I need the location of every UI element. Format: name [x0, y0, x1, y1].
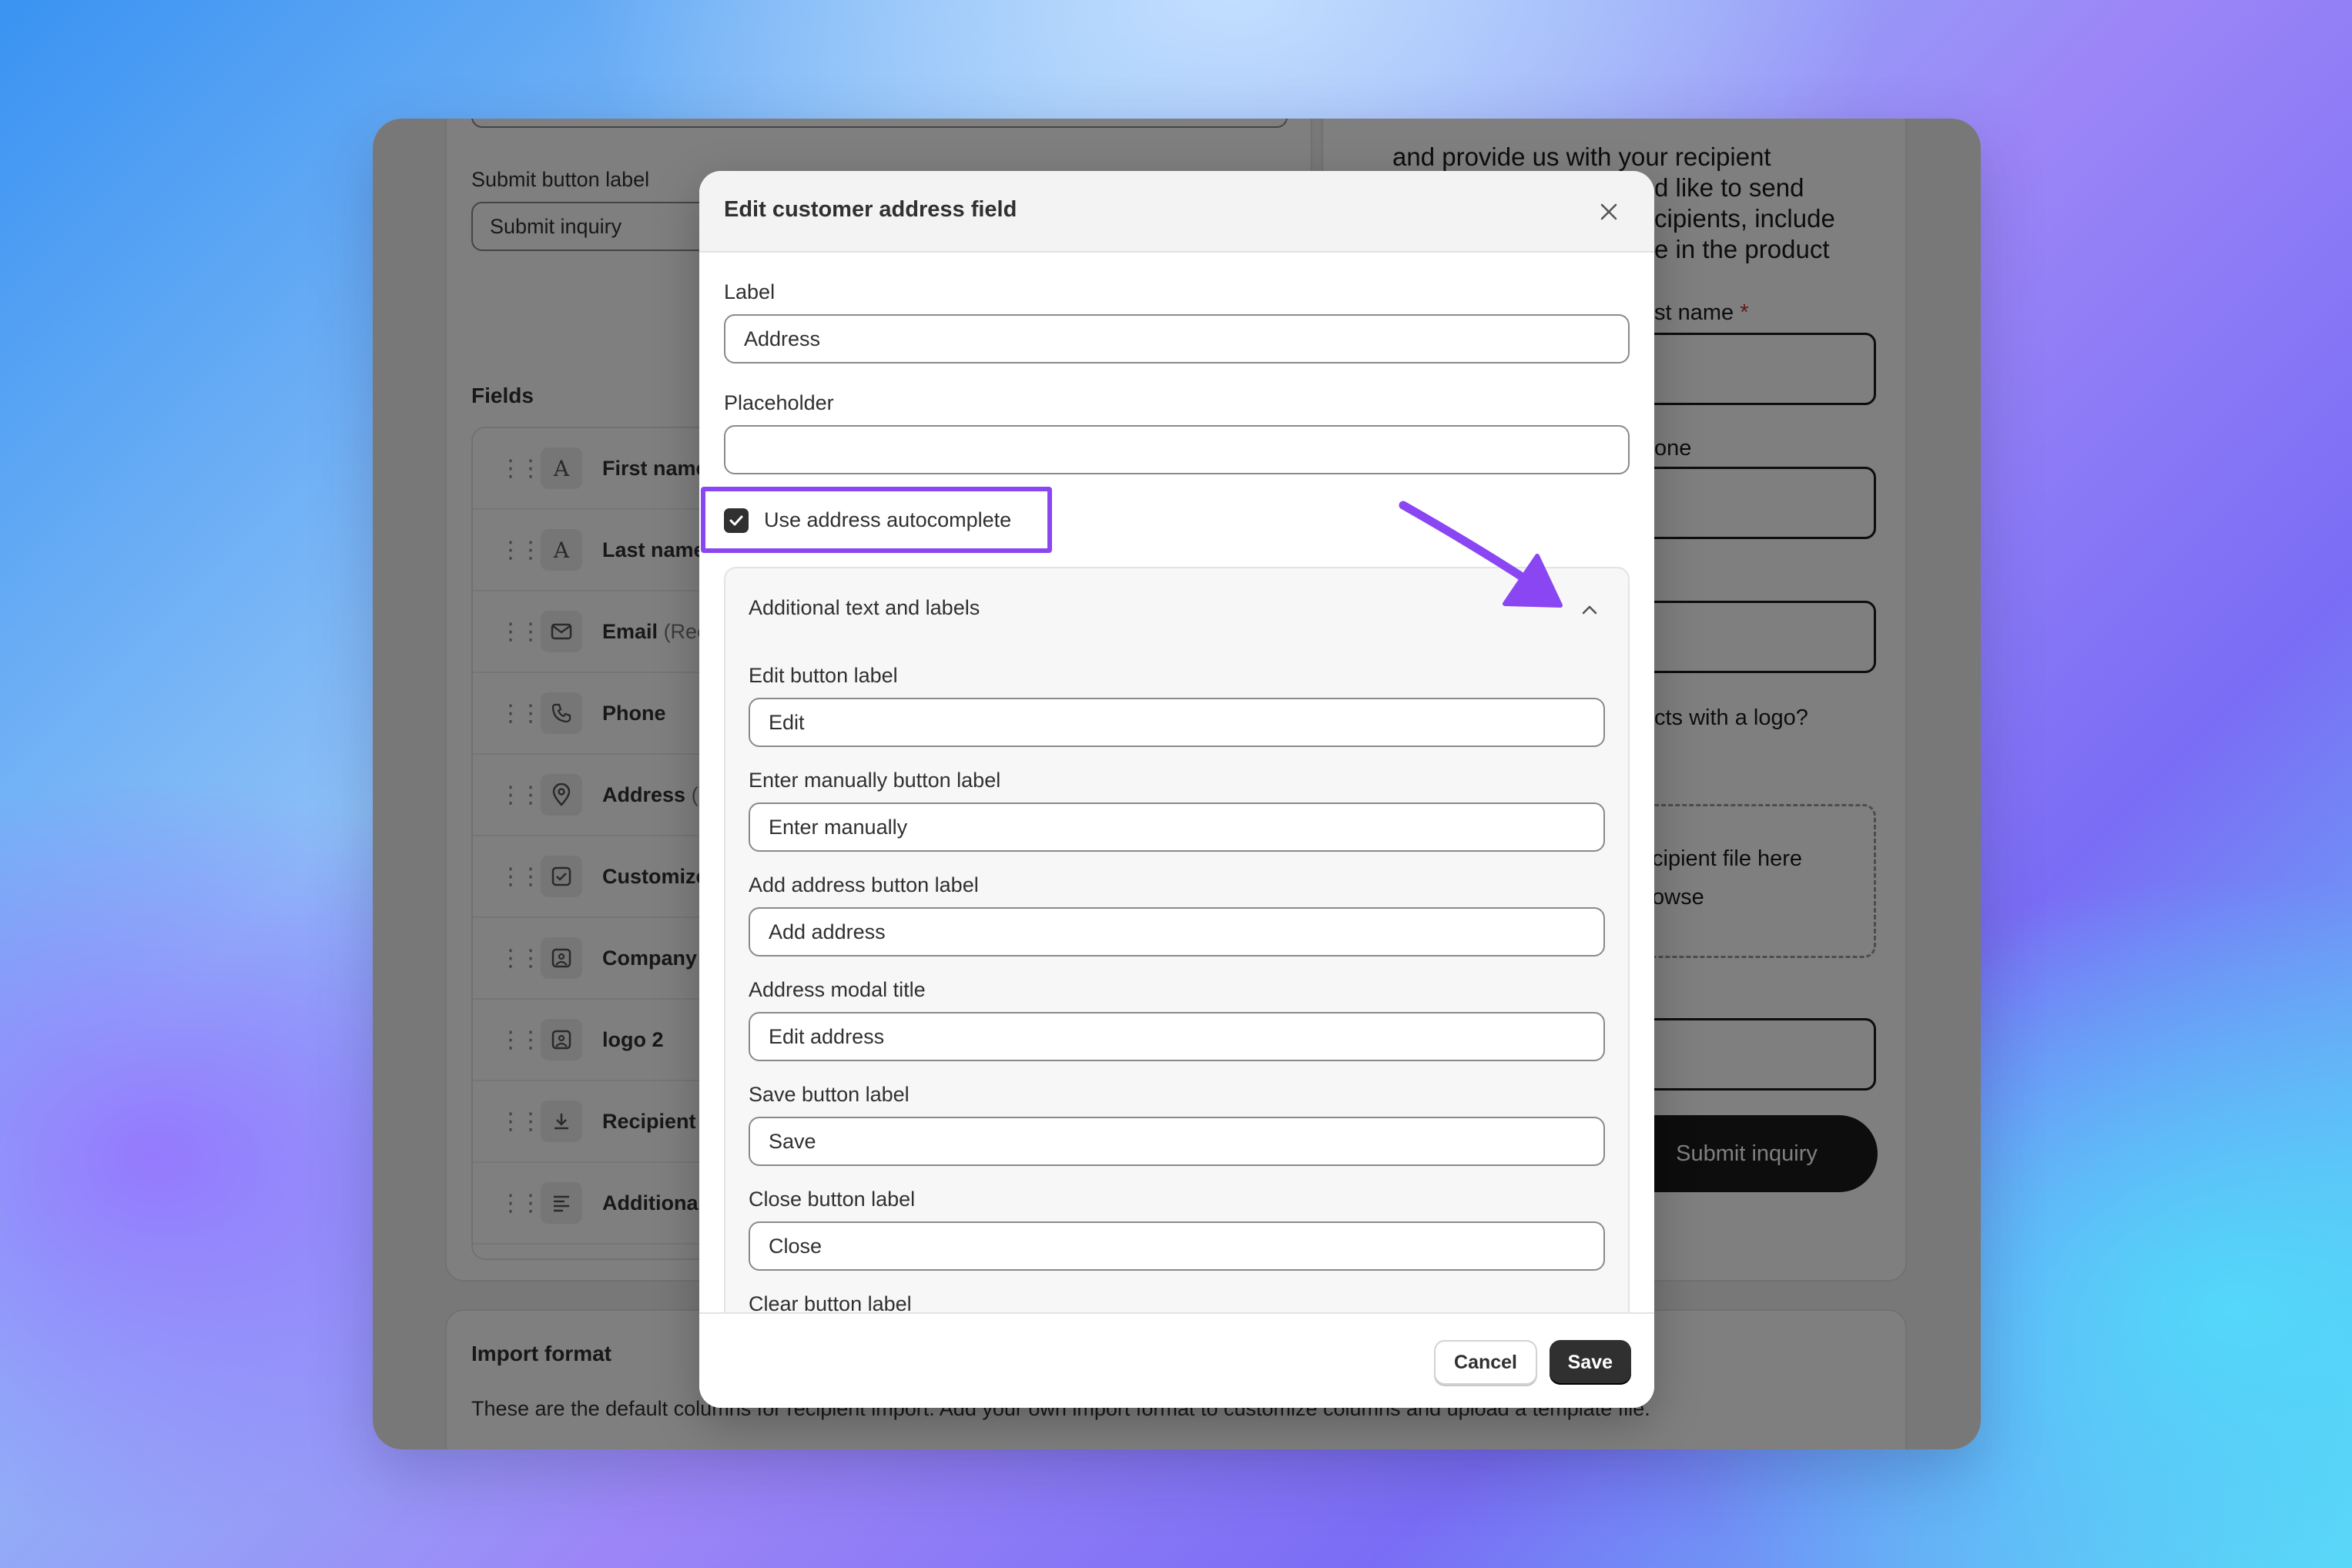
- edit-button-label-caption: Edit button label: [749, 664, 898, 687]
- collapsible-title[interactable]: Additional text and labels: [749, 596, 980, 620]
- modal-header: Edit customer address field: [699, 171, 1654, 253]
- enter-manually-label-input[interactable]: Enter manually: [749, 802, 1605, 852]
- enter-manually-label-caption: Enter manually button label: [749, 769, 1001, 792]
- edit-address-field-modal: Edit customer address field Label Addres…: [699, 171, 1654, 1408]
- autocomplete-checkbox[interactable]: [724, 508, 749, 533]
- save-button-label-input[interactable]: Save: [749, 1117, 1605, 1166]
- label-input[interactable]: Address: [724, 314, 1630, 364]
- chevron-up-icon[interactable]: [1574, 595, 1605, 625]
- add-address-label-caption: Add address button label: [749, 873, 979, 896]
- modal-title: Edit customer address field: [724, 197, 1017, 222]
- checkmark-icon: [729, 515, 743, 526]
- save-button-label-caption: Save button label: [749, 1083, 910, 1106]
- edit-button-label-input[interactable]: Edit: [749, 698, 1605, 747]
- label-caption: Label: [724, 280, 776, 303]
- close-button-label-caption: Close button label: [749, 1188, 916, 1211]
- placeholder-input[interactable]: [724, 425, 1630, 474]
- save-button[interactable]: Save: [1549, 1340, 1631, 1385]
- autocomplete-label[interactable]: Use address autocomplete: [764, 508, 1011, 532]
- modal-footer: Cancel Save: [699, 1312, 1654, 1408]
- address-modal-title-caption: Address modal title: [749, 978, 926, 1001]
- close-button-label-input[interactable]: Close: [749, 1221, 1605, 1271]
- address-modal-title-input[interactable]: Edit address: [749, 1012, 1605, 1061]
- add-address-label-input[interactable]: Add address: [749, 907, 1605, 957]
- close-icon[interactable]: [1591, 194, 1627, 230]
- cancel-button[interactable]: Cancel: [1434, 1340, 1537, 1385]
- placeholder-caption: Placeholder: [724, 391, 834, 414]
